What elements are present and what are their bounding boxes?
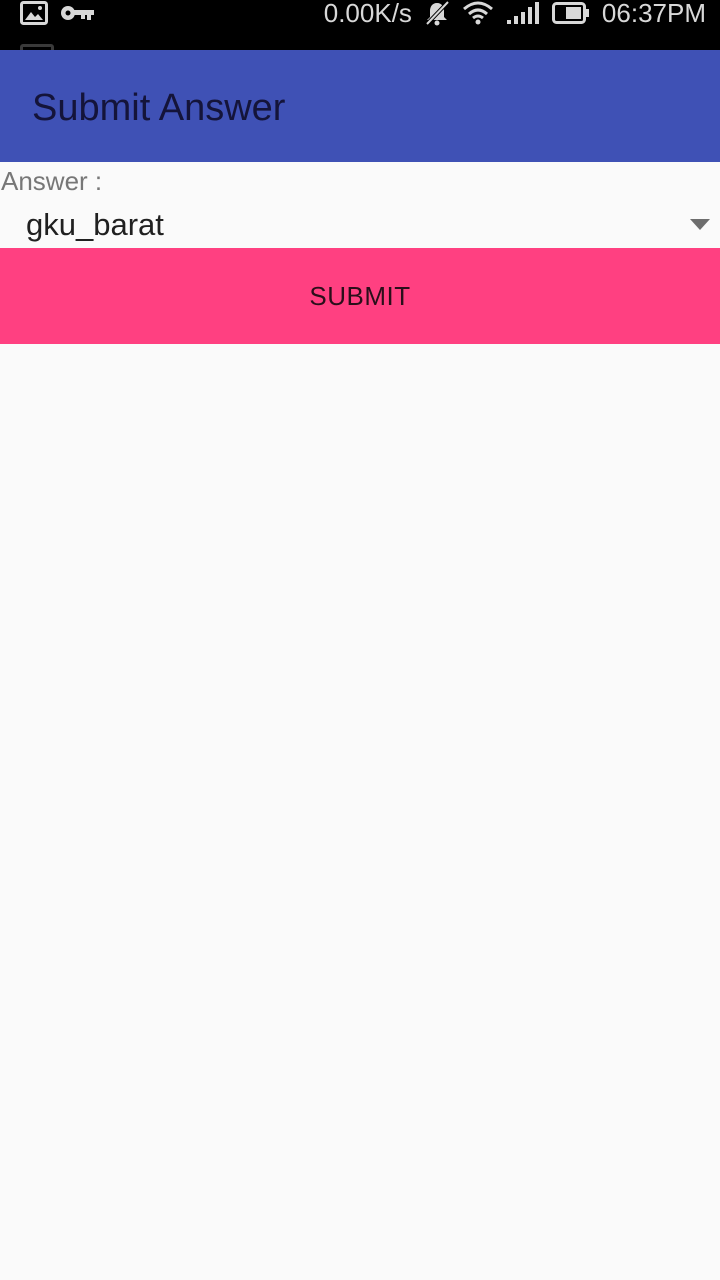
status-bar: 0.00K/s 06:37PM xyxy=(0,0,720,50)
answer-dropdown[interactable]: gku_barat xyxy=(0,202,720,248)
system-status: 0.00K/s 06:37PM xyxy=(323,0,706,28)
clock: 06:37PM xyxy=(601,0,706,28)
signal-icon xyxy=(506,1,540,25)
notification-icons xyxy=(20,0,96,26)
dropdown-arrow-icon xyxy=(690,218,710,236)
page-title: Submit Answer xyxy=(32,87,286,129)
submit-button[interactable]: SUBMIT xyxy=(0,248,720,344)
image-icon xyxy=(20,1,48,25)
answer-label: Answer : xyxy=(1,166,103,196)
app-bar: Submit Answer xyxy=(0,50,720,162)
mute-icon xyxy=(424,0,450,26)
network-speed: 0.00K/s xyxy=(323,0,412,28)
answer-selected-value: gku_barat xyxy=(26,207,164,242)
wifi-icon xyxy=(462,1,494,25)
key-icon xyxy=(60,3,96,23)
battery-icon xyxy=(551,1,590,25)
